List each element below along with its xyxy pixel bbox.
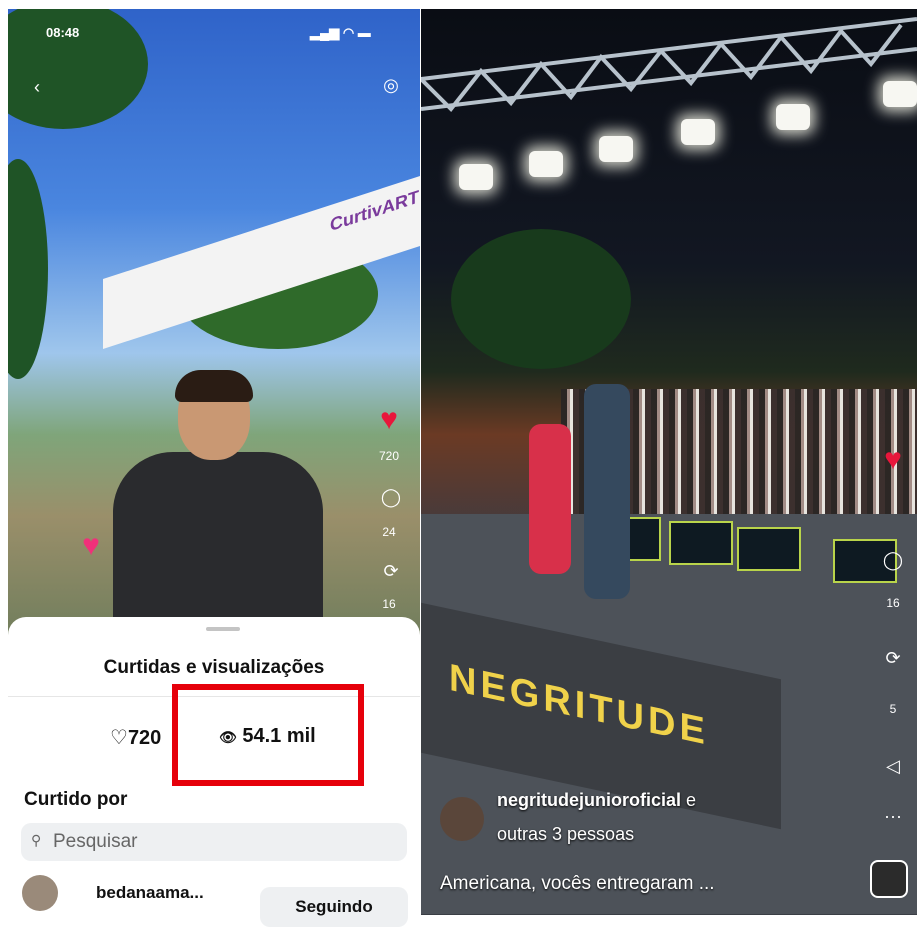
caption-text[interactable]: Americana, vocês entregaram ...: [440, 873, 715, 895]
presenter: [103, 370, 323, 652]
sheet-title: Curtidas e visualizações: [103, 657, 325, 678]
caption-username[interactable]: negritudejunioroficial e: [497, 790, 696, 811]
sign-text: NEGRITUDE: [449, 656, 709, 754]
stage-light: [883, 81, 917, 107]
repost-icon[interactable]: ⟳: [878, 648, 908, 669]
search-input[interactable]: ⚲ Pesquisar: [21, 823, 407, 861]
like-count: 720: [378, 449, 400, 463]
caption-username-suffix: e: [686, 790, 697, 810]
stage-light: [599, 136, 633, 162]
dancer-red-dress: [529, 424, 571, 574]
following-button[interactable]: Seguindo: [260, 887, 408, 927]
views-highlight-box: [172, 684, 364, 786]
likes-count: 720: [127, 727, 162, 749]
liked-by-username[interactable]: bedanaama...: [96, 883, 204, 903]
stage-light: [459, 164, 493, 190]
status-icons: ▂▄▆ ◠ ▬: [310, 25, 371, 40]
comment-count: 16: [886, 596, 900, 610]
send-icon[interactable]: ◁: [878, 756, 908, 777]
dancer-performer: [584, 384, 630, 599]
tree-foliage: [8, 159, 48, 379]
stage-light: [681, 119, 715, 145]
floating-heart-icon: ♥: [82, 529, 100, 562]
stage-light: [529, 151, 563, 177]
sheet-drag-handle[interactable]: [206, 627, 240, 631]
comment-count: 24: [382, 525, 396, 539]
avatar[interactable]: [440, 797, 484, 841]
tree-foliage: [451, 229, 631, 369]
caption-others[interactable]: outras 3 pessoas: [497, 824, 634, 845]
banner-logo-text: CurtivART: [330, 186, 419, 236]
likes-stat[interactable]: ♡720: [110, 725, 161, 750]
more-icon[interactable]: ···: [878, 806, 908, 827]
repost-icon[interactable]: ⟳: [376, 561, 406, 582]
search-icon: ⚲: [31, 832, 42, 848]
right-video-panel: NEGRITUDE: [421, 9, 917, 915]
stage-speaker: [737, 527, 801, 571]
chevron-left-icon[interactable]: ‹: [22, 77, 52, 98]
camera-icon[interactable]: ◎: [376, 75, 406, 96]
heart-icon[interactable]: ♥: [374, 403, 404, 437]
comment-icon[interactable]: ◯: [878, 550, 908, 571]
caption-username-text: negritudejunioroficial: [497, 790, 682, 810]
comment-icon[interactable]: ◯: [376, 487, 406, 508]
repost-count: 16: [382, 597, 396, 609]
heart-outline-icon: ♡: [110, 727, 128, 749]
status-time: 08:48: [46, 25, 80, 40]
stage-light: [776, 104, 810, 130]
liked-by-heading: Curtido por: [24, 789, 128, 810]
search-placeholder: Pesquisar: [53, 831, 138, 852]
presenter-hair: [175, 370, 253, 402]
heart-icon[interactable]: ♥: [878, 443, 908, 477]
stage-truss: [421, 17, 917, 113]
stage-speaker: [669, 521, 733, 565]
audio-thumbnail[interactable]: [870, 860, 908, 898]
repost-count: 5: [889, 702, 897, 716]
avatar[interactable]: [22, 875, 58, 911]
